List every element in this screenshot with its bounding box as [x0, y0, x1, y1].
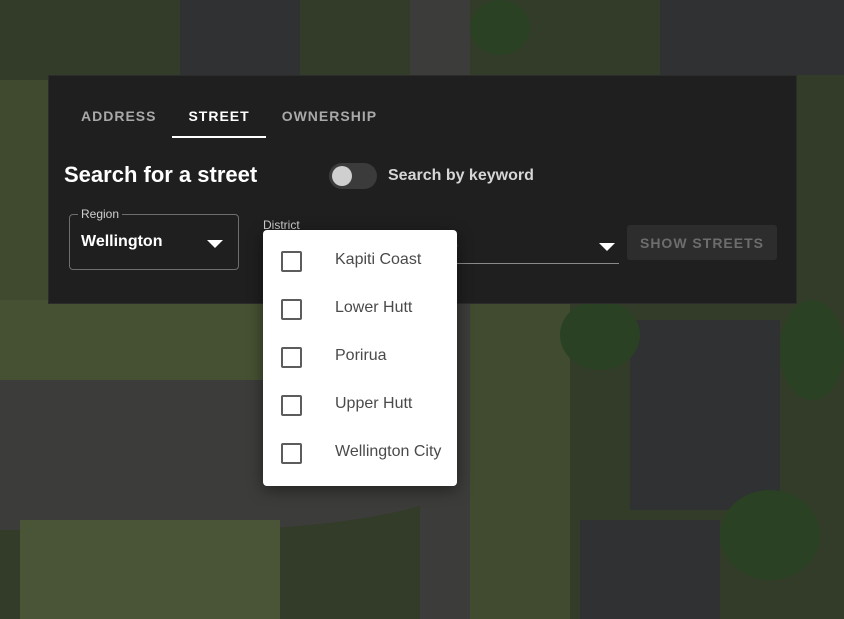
caret-down-icon	[599, 243, 615, 251]
district-option-upper-hutt[interactable]: Upper Hutt	[263, 381, 457, 429]
toggle-knob	[332, 166, 352, 186]
checkbox-empty-icon[interactable]	[281, 347, 302, 368]
checkbox-empty-icon[interactable]	[281, 443, 302, 464]
region-label: Region	[78, 207, 123, 221]
search-by-keyword-label: Search by keyword	[388, 167, 534, 184]
district-option-lower-hutt[interactable]: Lower Hutt	[263, 285, 457, 333]
tab-ownership[interactable]: OWNERSHIP	[266, 96, 393, 138]
district-dropdown-menu: Kapiti Coast Lower Hutt Porirua Upper Hu…	[263, 230, 457, 486]
tab-street[interactable]: STREET	[172, 96, 266, 138]
checkbox-empty-icon[interactable]	[281, 299, 302, 320]
caret-down-icon	[207, 240, 223, 248]
district-option-porirua[interactable]: Porirua	[263, 333, 457, 381]
region-value: Wellington	[81, 233, 163, 250]
search-tabs: ADDRESS STREET OWNERSHIP	[65, 96, 393, 138]
district-option-label: Lower Hutt	[335, 299, 413, 316]
district-option-kapiti-coast[interactable]: Kapiti Coast	[263, 237, 457, 285]
checkbox-empty-icon[interactable]	[281, 395, 302, 416]
district-option-label: Wellington City	[335, 443, 442, 460]
suburb-select[interactable]: b	[449, 230, 619, 264]
region-select[interactable]: Region Wellington	[69, 207, 239, 270]
district-option-label: Upper Hutt	[335, 395, 413, 412]
page-title: Search for a street	[64, 162, 258, 187]
show-streets-button[interactable]: SHOW STREETS	[627, 225, 777, 260]
search-by-keyword-toggle[interactable]	[329, 163, 377, 189]
district-option-label: Porirua	[335, 347, 387, 364]
tab-address[interactable]: ADDRESS	[65, 96, 172, 138]
checkbox-empty-icon[interactable]	[281, 251, 302, 272]
district-option-wellington-city[interactable]: Wellington City	[263, 429, 457, 477]
district-option-label: Kapiti Coast	[335, 251, 422, 268]
